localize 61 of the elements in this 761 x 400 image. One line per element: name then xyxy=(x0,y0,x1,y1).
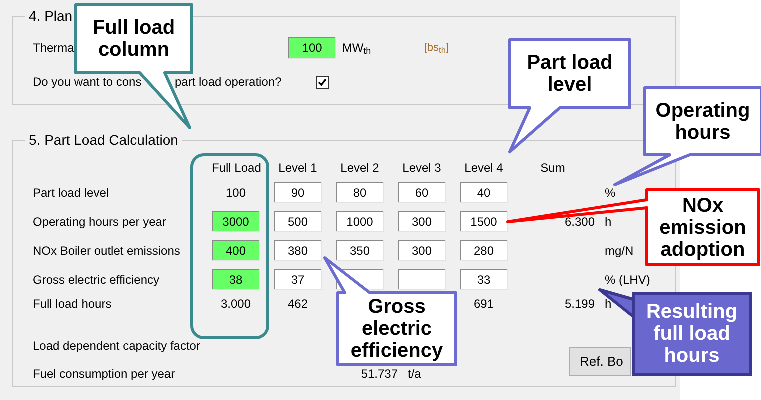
value-text: 691 xyxy=(472,296,496,313)
column-header: Full Load xyxy=(212,160,260,177)
input-field[interactable]: 1000 xyxy=(336,211,384,232)
input-field[interactable]: 300 xyxy=(398,211,446,232)
unit-text: % (LHV) xyxy=(605,272,650,288)
checkbox[interactable] xyxy=(316,76,329,88)
value-text: 3.000 xyxy=(220,296,252,313)
value-text: 462 xyxy=(286,296,310,313)
sum-value: 5.199 xyxy=(564,296,595,313)
question-text: Do you want to cons xyxy=(33,75,142,89)
input-field[interactable]: 40 xyxy=(460,182,508,203)
row-label: NOx Boiler outlet emissions xyxy=(33,242,182,260)
ref-box-button[interactable]: Ref. Bo xyxy=(569,347,631,376)
row-label: Fuel consumption per year xyxy=(33,367,176,381)
column-header: Level 4 xyxy=(464,160,504,177)
column-header: Level 2 xyxy=(340,160,380,177)
callout-text: Resulting full load hours xyxy=(632,292,752,376)
row-label: Part load level xyxy=(33,184,110,202)
input-field[interactable]: 33 xyxy=(460,269,508,290)
input-field[interactable]: 300 xyxy=(398,240,446,261)
input-field[interactable]: 280 xyxy=(460,240,508,261)
row-label: Load dependent capacity factor xyxy=(33,339,200,353)
row-label: Operating hours per year xyxy=(33,214,168,230)
input-field[interactable]: 90 xyxy=(274,182,322,203)
sum-value: 6.300 xyxy=(564,214,595,230)
input-field[interactable]: 3000 xyxy=(212,211,260,232)
section-title: 4. Plan xyxy=(28,8,74,24)
row-label: Full load hours xyxy=(33,296,113,313)
input-field[interactable]: 37 xyxy=(274,269,322,290)
question-text: part load operation? xyxy=(175,75,282,89)
callout-text: Operating hours xyxy=(654,100,752,144)
input-field[interactable]: 400 xyxy=(212,240,260,261)
value-text: 100 xyxy=(224,184,248,202)
unit-text: % xyxy=(605,184,616,202)
check-icon xyxy=(318,78,327,86)
row-label: Gross electric efficiency xyxy=(33,272,160,288)
input-field[interactable]: 1500 xyxy=(460,211,508,232)
input-field[interactable] xyxy=(398,269,446,290)
input-field[interactable]: 100 xyxy=(288,37,336,59)
input-field[interactable]: 500 xyxy=(274,211,322,232)
unit-text: mg/N xyxy=(605,242,634,260)
callout-text: NOx emission adoption xyxy=(658,194,748,260)
fuel-value: 51.737 xyxy=(360,367,398,381)
input-field[interactable]: 80 xyxy=(336,182,384,203)
callout-text: Gross electric efficiency xyxy=(350,296,444,362)
unit-text: MW$_{th}$ xyxy=(342,40,372,57)
thermal-label: Therma xyxy=(33,40,74,57)
column-header: Level 1 xyxy=(278,160,318,177)
unit-text: h xyxy=(605,296,612,313)
section-title: 5. Part Load Calculation xyxy=(28,132,180,148)
callout-text: Part load level xyxy=(526,52,614,96)
input-field[interactable]: 350 xyxy=(336,240,384,261)
unit-note: [bs$_{th}$] xyxy=(424,40,449,56)
unit-text: h xyxy=(605,214,612,230)
input-field[interactable]: 380 xyxy=(274,240,322,261)
unit-text: t/a xyxy=(408,367,422,381)
input-field[interactable]: 38 xyxy=(212,269,260,290)
callout-text: Full load column xyxy=(92,17,176,61)
column-header: Sum xyxy=(540,160,566,177)
column-header: Level 3 xyxy=(402,160,442,177)
input-field[interactable]: 60 xyxy=(398,182,446,203)
